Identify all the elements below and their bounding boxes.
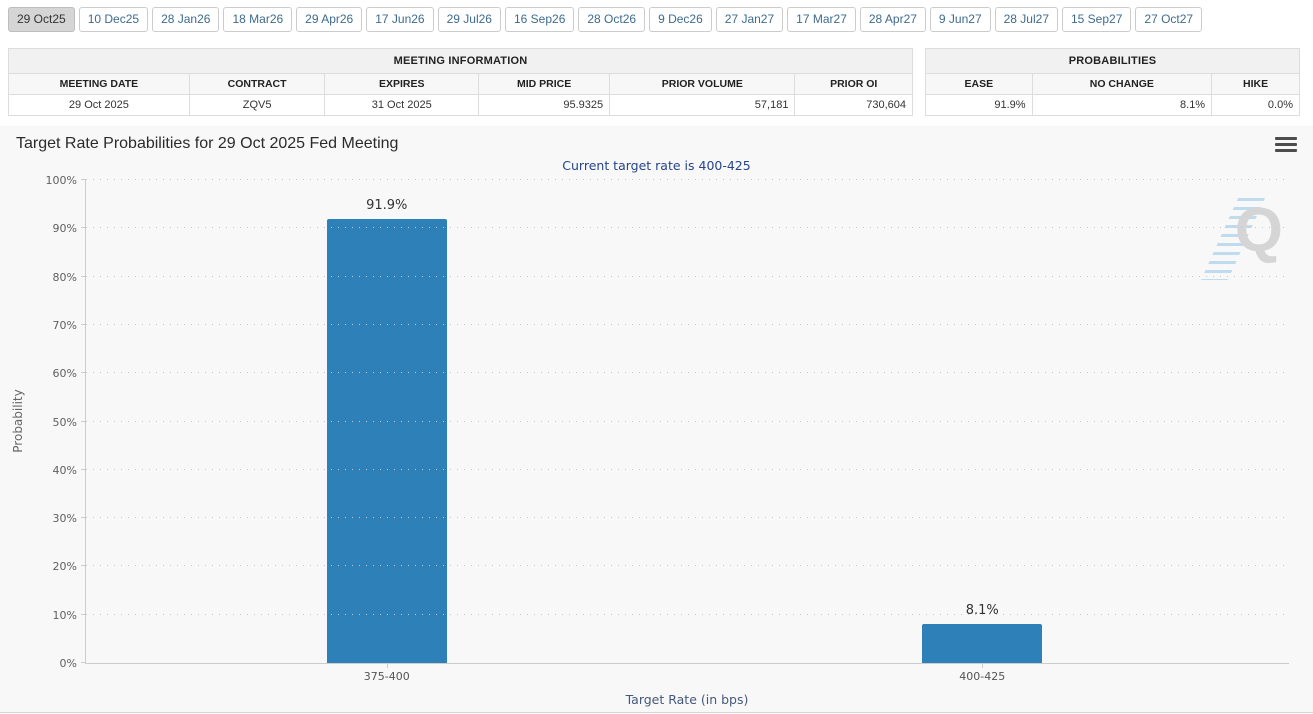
y-axis-tick-label: 70% (53, 319, 77, 332)
y-axis-tick (81, 662, 86, 663)
plot-area: Q 91.9% 8.1% 375-400 400-425 0%10%20%30%… (85, 180, 1289, 664)
meeting-tab-27-oct27[interactable]: 27 Oct27 (1135, 7, 1202, 32)
horizontal-gridline (86, 372, 1289, 373)
meeting-tab-10-dec25[interactable]: 10 Dec25 (79, 7, 148, 32)
meeting-table-row: 29 Oct 2025 ZQV5 31 Oct 2025 95.9325 57,… (9, 95, 913, 116)
x-axis-tick (982, 663, 983, 668)
cell-ease: 91.9% (926, 95, 1033, 116)
meeting-tab-16-sep26[interactable]: 16 Sep26 (505, 7, 574, 32)
x-axis-category-label: 375-400 (364, 670, 410, 683)
col-contract: CONTRACT (189, 74, 325, 95)
plot-wrapper: Q 91.9% 8.1% 375-400 400-425 0% 10% 20% 30%… (0, 180, 1313, 707)
col-prior-oi: PRIOR OI (795, 74, 913, 95)
meeting-tab-17-mar27[interactable]: 17 Mar27 (787, 7, 856, 32)
meeting-tab-17-jun26[interactable]: 17 Jun26 (366, 7, 433, 32)
meeting-date-tabs: 29 Oct2510 Dec2528 Jan2618 Mar2629 Apr26… (0, 0, 1313, 32)
col-mid-price: MID PRICE (479, 74, 610, 95)
col-prior-volume: PRIOR VOLUME (610, 74, 795, 95)
bar-group-400-425: 8.1% (922, 180, 1042, 663)
bar-value-label: 91.9% (366, 198, 407, 213)
meeting-tab-28-jan26[interactable]: 28 Jan26 (152, 7, 219, 32)
probabilities-table-title: PROBABILITIES (926, 49, 1300, 74)
chart-header: Target Rate Probabilities for 29 Oct 202… (0, 126, 1313, 154)
hamburger-menu-icon[interactable] (1275, 134, 1297, 152)
horizontal-gridline (86, 517, 1289, 518)
horizontal-gridline (86, 227, 1289, 228)
cell-prior-volume: 57,181 (610, 95, 795, 116)
y-axis-tick-label: 100% (46, 174, 77, 187)
bar-400-425[interactable] (922, 624, 1042, 663)
horizontal-gridline (86, 421, 1289, 422)
info-tables-row: MEETING INFORMATION MEETING DATE CONTRAC… (8, 48, 1300, 116)
meeting-tab-18-mar26[interactable]: 18 Mar26 (223, 7, 292, 32)
cell-mid-price: 95.9325 (479, 95, 610, 116)
y-axis-tick (81, 227, 86, 228)
cell-expires: 31 Oct 2025 (325, 95, 479, 116)
y-axis-tick-label: 80% (53, 271, 77, 284)
x-axis-category-label: 400-425 (959, 670, 1005, 683)
col-meeting-date: MEETING DATE (9, 74, 190, 95)
probabilities-table-row: 91.9% 8.1% 0.0% (926, 95, 1300, 116)
y-axis-tick (81, 372, 86, 373)
fedwatch-tool: 29 Oct2510 Dec2528 Jan2618 Mar2629 Apr26… (0, 0, 1313, 713)
cell-contract: ZQV5 (189, 95, 325, 116)
y-axis-tick-label: 20% (53, 560, 77, 573)
chart-title: Target Rate Probabilities for 29 Oct 202… (16, 134, 398, 154)
y-axis-tick-label: 90% (53, 222, 77, 235)
horizontal-gridline (86, 469, 1289, 470)
y-axis-tick (81, 565, 86, 566)
x-axis-tick (387, 663, 388, 668)
y-axis-tick (81, 276, 86, 277)
col-hike: HIKE (1212, 74, 1300, 95)
horizontal-gridline (86, 614, 1289, 615)
meeting-table-header-row: MEETING DATE CONTRACT EXPIRES MID PRICE … (9, 74, 913, 95)
y-axis-tick (81, 614, 86, 615)
cell-hike: 0.0% (1212, 95, 1300, 116)
meeting-tab-9-dec26[interactable]: 9 Dec26 (649, 7, 712, 32)
cell-prior-oi: 730,604 (795, 95, 913, 116)
col-no-change: NO CHANGE (1032, 74, 1212, 95)
target-rate-probabilities-chart: Target Rate Probabilities for 29 Oct 202… (0, 126, 1313, 713)
horizontal-gridline (86, 324, 1289, 325)
horizontal-gridline (86, 565, 1289, 566)
cell-meeting-date: 29 Oct 2025 (9, 95, 190, 116)
meeting-tab-9-jun27[interactable]: 9 Jun27 (930, 7, 991, 32)
y-axis-tick-label: 30% (53, 512, 77, 525)
y-axis-tick (81, 517, 86, 518)
meeting-information-table: MEETING INFORMATION MEETING DATE CONTRAC… (8, 48, 913, 116)
meeting-tab-15-sep27[interactable]: 15 Sep27 (1062, 7, 1131, 32)
bar-value-label: 8.1% (966, 603, 999, 618)
probabilities-table: PROBABILITIES EASE NO CHANGE HIKE 91.9% … (925, 48, 1300, 116)
meeting-table-title: MEETING INFORMATION (9, 49, 913, 74)
y-axis-tick (81, 421, 86, 422)
chart-subtitle: Current target rate is 400-425 (0, 158, 1313, 174)
probabilities-table-header-row: EASE NO CHANGE HIKE (926, 74, 1300, 95)
horizontal-gridline (86, 276, 1289, 277)
col-expires: EXPIRES (325, 74, 479, 95)
bar-group-375-400: 91.9% (327, 180, 447, 663)
quikstrike-q-watermark-icon: Q (1207, 192, 1285, 280)
y-axis-tick-label: 0% (60, 657, 77, 670)
meeting-tab-28-jul27[interactable]: 28 Jul27 (995, 7, 1058, 32)
x-axis-title: Target Rate (in bps) (85, 692, 1289, 707)
watermark-stripes (1201, 198, 1265, 280)
y-axis-tick (81, 324, 86, 325)
meeting-tab-27-jan27[interactable]: 27 Jan27 (716, 7, 783, 32)
y-axis-tick (81, 179, 86, 180)
y-axis-tick-label: 10% (53, 609, 77, 622)
y-axis-tick-label: 40% (53, 464, 77, 477)
meeting-tab-29-apr26[interactable]: 29 Apr26 (296, 7, 362, 32)
y-axis-tick (81, 469, 86, 470)
watermark-q-letter: Q (1235, 200, 1283, 262)
meeting-tab-28-apr27[interactable]: 28 Apr27 (860, 7, 926, 32)
col-ease: EASE (926, 74, 1033, 95)
meeting-tab-29-oct25[interactable]: 29 Oct25 (8, 7, 75, 32)
y-axis-tick-label: 60% (53, 367, 77, 380)
cell-no-change: 8.1% (1032, 95, 1212, 116)
meeting-tab-28-oct26[interactable]: 28 Oct26 (578, 7, 645, 32)
bar-375-400[interactable] (327, 219, 447, 663)
horizontal-gridline (86, 179, 1289, 180)
meeting-tab-29-jul26[interactable]: 29 Jul26 (438, 7, 501, 32)
y-axis-tick-label: 50% (53, 416, 77, 429)
